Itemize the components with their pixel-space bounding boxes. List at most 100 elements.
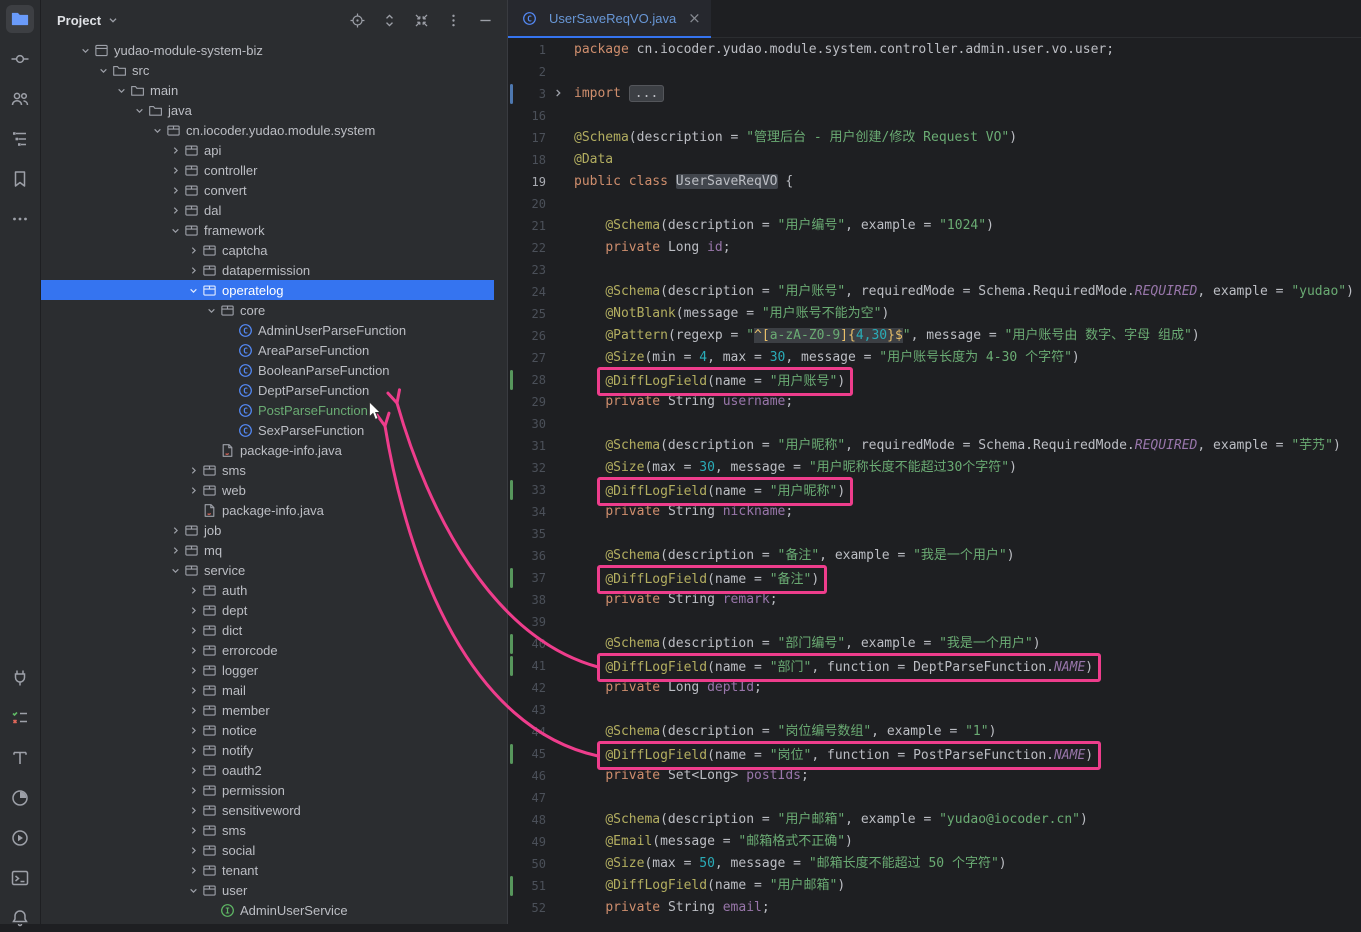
chevron-right-icon[interactable]	[185, 822, 201, 838]
tree-item-src[interactable]: src	[41, 60, 507, 80]
code-line-41[interactable]: 41 @DiffLogField(name = "部门", function =…	[508, 655, 1361, 677]
gutter[interactable]: 49	[508, 831, 566, 853]
gutter[interactable]: 47	[508, 787, 566, 809]
code-line-21[interactable]: 21 @Schema(description = "用户编号", example…	[508, 215, 1361, 237]
project-tool-button[interactable]	[6, 5, 34, 33]
tree-item-main[interactable]: main	[41, 80, 507, 100]
code-line-50[interactable]: 50 @Size(max = 50, message = "邮箱长度不能超过 5…	[508, 853, 1361, 875]
chevron-right-icon[interactable]	[185, 582, 201, 598]
gutter[interactable]: 40	[508, 633, 566, 655]
chevron-right-icon[interactable]	[167, 522, 183, 538]
bookmarks-tool-button[interactable]	[6, 165, 34, 193]
gutter[interactable]: 16	[508, 105, 566, 127]
chevron-down-icon[interactable]	[131, 102, 147, 118]
collapse-all-button[interactable]	[409, 8, 433, 32]
tree-item-AdminUserService[interactable]: IAdminUserService	[41, 900, 507, 920]
tree-item-mail[interactable]: mail	[41, 680, 507, 700]
translation-tool-button[interactable]	[6, 744, 34, 772]
code-line-52[interactable]: 52 private String email;	[508, 897, 1361, 919]
gutter[interactable]: 23	[508, 259, 566, 281]
code-line-43[interactable]: 43	[508, 699, 1361, 721]
tree-item-dal[interactable]: dal	[41, 200, 507, 220]
code-line-35[interactable]: 35	[508, 523, 1361, 545]
code-line-51[interactable]: 51 @DiffLogField(name = "用户邮箱")	[508, 875, 1361, 897]
gutter[interactable]: 3	[508, 83, 566, 105]
tree-item-AreaParseFunction[interactable]: CAreaParseFunction	[41, 340, 507, 360]
code-line-30[interactable]: 30	[508, 413, 1361, 435]
code-line-31[interactable]: 31 @Schema(description = "用户昵称", require…	[508, 435, 1361, 457]
gutter[interactable]: 20	[508, 193, 566, 215]
gutter[interactable]: 19	[508, 171, 566, 193]
expand-all-button[interactable]	[377, 8, 401, 32]
chevron-right-icon[interactable]	[185, 782, 201, 798]
chevron-right-icon[interactable]	[167, 202, 183, 218]
gutter[interactable]: 42	[508, 677, 566, 699]
gutter[interactable]: 32	[508, 457, 566, 479]
chevron-right-icon[interactable]	[167, 182, 183, 198]
chevron-right-icon[interactable]	[185, 802, 201, 818]
tree-item-member[interactable]: member	[41, 700, 507, 720]
chevron-right-icon[interactable]	[185, 722, 201, 738]
gutter[interactable]: 35	[508, 523, 566, 545]
tree-item-permission[interactable]: permission	[41, 780, 507, 800]
gutter[interactable]: 36	[508, 545, 566, 567]
chevron-right-icon[interactable]	[185, 862, 201, 878]
chevron-down-icon[interactable]	[167, 562, 183, 578]
tree-item-sms[interactable]: sms	[41, 460, 507, 480]
code-line-20[interactable]: 20	[508, 193, 1361, 215]
gutter[interactable]: 43	[508, 699, 566, 721]
gutter[interactable]: 37	[508, 567, 566, 589]
terminal-tool-button[interactable]	[6, 864, 34, 892]
gutter[interactable]: 41	[508, 655, 566, 677]
code-line-16[interactable]: 16	[508, 105, 1361, 127]
code-line-17[interactable]: 17@Schema(description = "管理后台 - 用户创建/修改 …	[508, 127, 1361, 149]
gutter[interactable]: 2	[508, 61, 566, 83]
chevron-right-icon[interactable]	[185, 602, 201, 618]
code-line-2[interactable]: 2	[508, 61, 1361, 83]
tree-item-service[interactable]: service	[41, 560, 507, 580]
code-line-39[interactable]: 39	[508, 611, 1361, 633]
gutter[interactable]: 52	[508, 897, 566, 919]
chevron-down-icon[interactable]	[95, 62, 111, 78]
tree-item-logger[interactable]: logger	[41, 660, 507, 680]
gutter[interactable]: 46	[508, 765, 566, 787]
tree-item-SexParseFunction[interactable]: CSexParseFunction	[41, 420, 507, 440]
gutter[interactable]: 27	[508, 347, 566, 369]
tree-item-job[interactable]: job	[41, 520, 507, 540]
options-button[interactable]	[441, 8, 465, 32]
code-line-23[interactable]: 23	[508, 259, 1361, 281]
structure-tool-button[interactable]	[6, 125, 34, 153]
problems-tool-button[interactable]	[6, 704, 34, 732]
code-line-25[interactable]: 25 @NotBlank(message = "用户账号不能为空")	[508, 303, 1361, 325]
code-line-3[interactable]: 3import ...	[508, 83, 1361, 105]
chevron-right-icon[interactable]	[185, 742, 201, 758]
code-line-32[interactable]: 32 @Size(max = 30, message = "用户昵称长度不能超过…	[508, 457, 1361, 479]
commit-tool-button[interactable]	[6, 45, 34, 73]
gutter[interactable]: 26	[508, 325, 566, 347]
chevron-right-icon[interactable]	[167, 142, 183, 158]
gutter[interactable]: 45	[508, 743, 566, 765]
code-line-1[interactable]: 1package cn.iocoder.yudao.module.system.…	[508, 39, 1361, 61]
tree-item-web[interactable]: web	[41, 480, 507, 500]
hide-panel-button[interactable]	[473, 8, 497, 32]
tree-item-datapermission[interactable]: datapermission	[41, 260, 507, 280]
panel-divider[interactable]	[507, 0, 508, 924]
chevron-right-icon[interactable]	[185, 762, 201, 778]
tree-item-PostParseFunction[interactable]: CPostParseFunction	[41, 400, 507, 420]
tree-item-package-info.java[interactable]: package-info.java	[41, 440, 507, 460]
code-line-44[interactable]: 44 @Schema(description = "岗位编号数组", examp…	[508, 721, 1361, 743]
gutter[interactable]: 25	[508, 303, 566, 325]
chevron-down-icon[interactable]	[203, 302, 219, 318]
code-line-28[interactable]: 28 @DiffLogField(name = "用户账号")	[508, 369, 1361, 391]
tab-usersavereqvo[interactable]: C UserSaveReqVO.java ×	[508, 0, 711, 37]
code-line-36[interactable]: 36 @Schema(description = "备注", example =…	[508, 545, 1361, 567]
code-line-45[interactable]: 45 @DiffLogField(name = "岗位", function =…	[508, 743, 1361, 765]
gutter[interactable]: 24	[508, 281, 566, 303]
tree-item-dept[interactable]: dept	[41, 600, 507, 620]
locate-file-button[interactable]	[345, 8, 369, 32]
tree-item-notice[interactable]: notice	[41, 720, 507, 740]
tree-item-cn.iocoder.yudao.module.system[interactable]: cn.iocoder.yudao.module.system	[41, 120, 507, 140]
gutter[interactable]: 29	[508, 391, 566, 413]
tree-item-errorcode[interactable]: errorcode	[41, 640, 507, 660]
gutter[interactable]: 39	[508, 611, 566, 633]
